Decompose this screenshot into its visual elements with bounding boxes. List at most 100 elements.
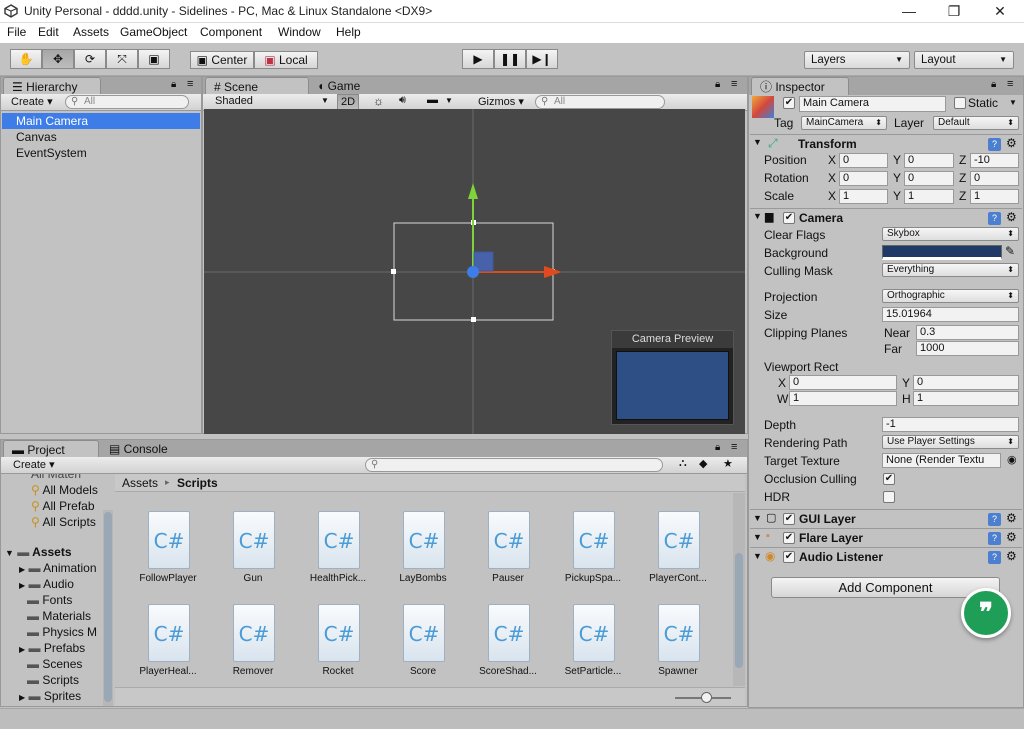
audio-icon[interactable]: 🔊︎ bbox=[399, 94, 406, 107]
tree-folder[interactable]: ▶ ▬ Sprites bbox=[19, 688, 81, 704]
position-z-field[interactable]: -10 bbox=[970, 153, 1019, 168]
scale-y-field[interactable]: 1 bbox=[904, 189, 954, 204]
pivot-center-button[interactable]: ▣ Center bbox=[190, 51, 254, 69]
flare-layer-checkbox[interactable]: ✔ bbox=[783, 532, 795, 544]
chevron-down-icon[interactable]: ▼ bbox=[1009, 98, 1017, 107]
panel-menu-icon[interactable]: ≡ bbox=[1007, 78, 1013, 90]
help-icon[interactable]: ? bbox=[988, 138, 1001, 151]
file-grid-scrollbar-thumb[interactable] bbox=[735, 553, 743, 668]
tree-item-favorite[interactable]: ⚲ All Scripts bbox=[31, 514, 96, 530]
pivot-local-button[interactable]: ▣ Local bbox=[254, 51, 318, 69]
script-file[interactable]: C# Remover bbox=[216, 604, 290, 690]
tree-item-favorite[interactable]: ⚲ All Models bbox=[31, 482, 98, 498]
breadcrumb-scripts[interactable]: Scripts bbox=[177, 476, 218, 490]
lock-icon[interactable]: 🔒︎ bbox=[991, 79, 996, 90]
rect-tool-icon[interactable]: ▣ bbox=[138, 49, 170, 69]
lighting-icon[interactable]: ☼ bbox=[373, 94, 384, 108]
script-file[interactable]: C# Spawner bbox=[641, 604, 715, 690]
move-tool-icon[interactable]: ✥ bbox=[42, 49, 74, 69]
tree-scrollbar[interactable] bbox=[103, 510, 113, 706]
rotate-tool-icon[interactable]: ⟳ bbox=[74, 49, 106, 69]
gizmos-dropdown[interactable]: Gizmos ▾ bbox=[478, 95, 524, 108]
play-button-icon[interactable]: ▶ bbox=[462, 49, 494, 69]
tree-folder[interactable]: ▬ Physics M bbox=[27, 624, 97, 640]
project-search-input[interactable]: ⚲ bbox=[365, 458, 663, 472]
camera-header[interactable]: ▼ ▆ ✔ Camera ? ⚙ bbox=[750, 208, 1022, 227]
icon-size-slider-thumb[interactable] bbox=[701, 692, 712, 703]
layout-dropdown[interactable]: Layout ▼ bbox=[914, 51, 1014, 69]
help-icon[interactable]: ? bbox=[988, 551, 1001, 564]
menu-window[interactable]: Window bbox=[278, 25, 321, 39]
help-icon[interactable]: ? bbox=[988, 212, 1001, 225]
gear-icon[interactable]: ⚙ bbox=[1006, 530, 1017, 544]
menu-assets[interactable]: Assets bbox=[73, 25, 109, 39]
near-field[interactable]: 0.3 bbox=[916, 325, 1019, 340]
menu-file[interactable]: File bbox=[7, 25, 26, 39]
hierarchy-item-eventsystem[interactable]: EventSystem bbox=[2, 145, 200, 161]
gear-icon[interactable]: ⚙ bbox=[1006, 210, 1017, 224]
help-icon[interactable]: ? bbox=[988, 532, 1001, 545]
minimize-icon[interactable]: — bbox=[886, 0, 932, 23]
occlusion-culling-checkbox[interactable]: ✔ bbox=[883, 473, 895, 485]
viewport-h-field[interactable]: 1 bbox=[913, 391, 1019, 406]
scene-viewport[interactable]: Camera Preview bbox=[204, 109, 745, 434]
tree-folder[interactable]: ▬ Scripts bbox=[27, 672, 79, 688]
audio-listener-header[interactable]: ▼ ◉ ✔ Audio Listener ? ⚙ bbox=[750, 547, 1022, 566]
layer-dropdown[interactable]: Default ⬍ bbox=[933, 116, 1019, 130]
flare-layer-header[interactable]: ▼ ▪ ✔ Flare Layer ? ⚙ bbox=[750, 528, 1022, 547]
tree-item-favorite[interactable]: All Materi bbox=[31, 474, 81, 482]
hierarchy-search-input[interactable]: ⚲ All bbox=[65, 95, 189, 109]
favorite-star-icon[interactable]: ★ bbox=[723, 457, 733, 470]
panel-menu-icon[interactable]: ≡ bbox=[731, 78, 737, 90]
step-button-icon[interactable]: ▶❙ bbox=[526, 49, 558, 69]
gear-icon[interactable]: ⚙ bbox=[1006, 136, 1017, 150]
projection-dropdown[interactable]: Orthographic ⬍ bbox=[882, 289, 1019, 303]
tree-item-assets[interactable]: ▼ ▬ Assets bbox=[5, 544, 72, 560]
viewport-y-field[interactable]: 0 bbox=[913, 375, 1019, 390]
script-file[interactable]: C# HealthPick... bbox=[301, 511, 375, 597]
pause-button-icon[interactable]: ❚❚ bbox=[494, 49, 526, 69]
tree-folder[interactable]: ▬ Fonts bbox=[27, 592, 72, 608]
gui-layer-checkbox[interactable]: ✔ bbox=[783, 513, 795, 525]
tree-folder[interactable]: ▬ Scenes bbox=[27, 656, 82, 672]
script-file[interactable]: C# FollowPlayer bbox=[131, 511, 205, 597]
size-field[interactable]: 15.01964 bbox=[882, 307, 1019, 322]
2d-toggle-button[interactable]: 2D bbox=[337, 94, 359, 110]
tree-folder[interactable]: ▶ ▬ Prefabs bbox=[19, 640, 85, 656]
tab-scene[interactable]: # Scene bbox=[205, 77, 309, 95]
far-field[interactable]: 1000 bbox=[916, 341, 1019, 356]
lock-icon[interactable]: 🔒︎ bbox=[715, 442, 720, 453]
hand-tool-icon[interactable]: ✋ bbox=[10, 49, 42, 69]
maximize-icon[interactable]: ❐ bbox=[931, 0, 977, 23]
rotation-y-field[interactable]: 0 bbox=[904, 171, 954, 186]
close-icon[interactable]: ✕ bbox=[977, 0, 1023, 23]
target-texture-field[interactable]: None (Render Textu bbox=[882, 453, 1001, 468]
lock-icon[interactable]: 🔒︎ bbox=[171, 79, 176, 90]
tree-folder[interactable]: ▶ ▬ Audio bbox=[19, 576, 74, 592]
script-file[interactable]: C# Score bbox=[386, 604, 460, 690]
static-checkbox[interactable] bbox=[954, 97, 966, 109]
tab-hierarchy[interactable]: ☰ Hierarchy bbox=[3, 77, 101, 95]
search-by-label-icon[interactable]: ◆ bbox=[699, 457, 707, 470]
lock-icon[interactable]: 🔒︎ bbox=[715, 79, 720, 90]
script-file[interactable]: C# LayBombs bbox=[386, 511, 460, 597]
scale-tool-icon[interactable]: ⤧ bbox=[106, 49, 138, 69]
depth-field[interactable]: -1 bbox=[882, 417, 1019, 432]
file-grid-scrollbar[interactable] bbox=[733, 493, 745, 686]
menu-gameobject[interactable]: GameObject bbox=[120, 25, 187, 39]
rendering-path-dropdown[interactable]: Use Player Settings ⬍ bbox=[882, 435, 1019, 449]
clear-flags-dropdown[interactable]: Skybox ⬍ bbox=[882, 227, 1019, 241]
gear-icon[interactable]: ⚙ bbox=[1006, 511, 1017, 525]
object-picker-icon[interactable]: ◉ bbox=[1007, 453, 1017, 466]
tree-scrollbar-thumb[interactable] bbox=[104, 512, 112, 702]
tab-project[interactable]: ▬ Project bbox=[3, 440, 99, 458]
position-x-field[interactable]: 0 bbox=[839, 153, 888, 168]
quote-chat-icon[interactable]: ❞ bbox=[961, 588, 1011, 638]
breadcrumb-assets[interactable]: Assets bbox=[122, 476, 158, 490]
effects-icon[interactable]: ▬ bbox=[427, 94, 438, 106]
tab-game[interactable]: ◖ Game bbox=[309, 77, 389, 95]
tree-item-favorite[interactable]: ⚲ All Prefab bbox=[31, 498, 95, 514]
transform-header[interactable]: ▼ ⤢ Transform ? ⚙ bbox=[750, 134, 1022, 153]
create-dropdown[interactable]: Create ▾ bbox=[13, 458, 55, 471]
hierarchy-item-main-camera[interactable]: Main Camera bbox=[2, 113, 200, 129]
